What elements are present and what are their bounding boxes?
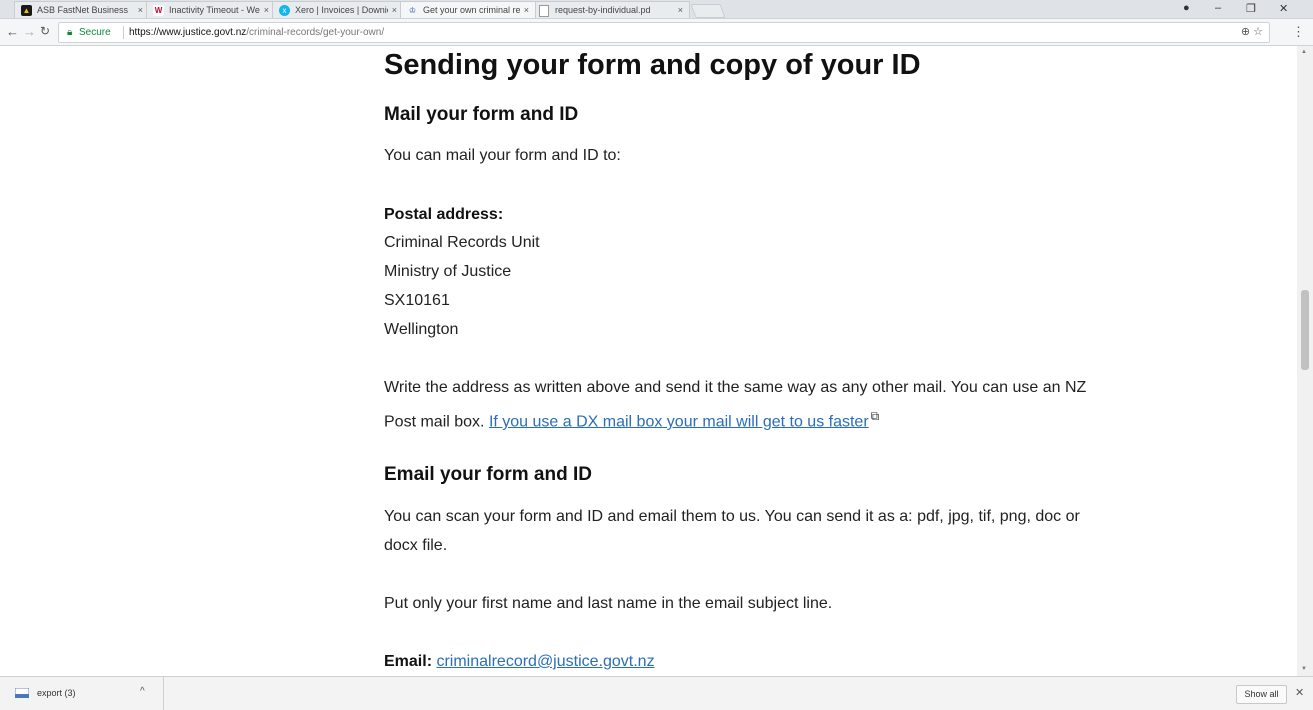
address-line: Wellington (384, 321, 459, 338)
tab-strip: ▲ ASB FastNet Business × W Inactivity Ti… (0, 0, 1313, 19)
tab-asb[interactable]: ▲ ASB FastNet Business × (14, 1, 150, 18)
menu-icon[interactable]: ⋮ (1292, 24, 1305, 40)
tab-title: Xero | Invoices | Downie (295, 5, 388, 15)
email-section-heading: Email your form and ID (384, 464, 592, 485)
email-subject-note: Put only your first name and last name i… (384, 595, 833, 612)
show-all-button[interactable]: Show all (1236, 685, 1287, 704)
url-text: https://www.justice.govt.nz/criminal-rec… (129, 23, 384, 42)
tab-justice[interactable]: ♔ Get your own criminal re × (400, 1, 536, 18)
postal-label: Postal address: (384, 206, 504, 223)
lock-icon: 🔒︎ (67, 27, 73, 38)
tab-title: ASB FastNet Business (37, 5, 129, 15)
chevron-up-icon[interactable]: ^ (140, 686, 145, 697)
url-path: /criminal-records/get-your-own/ (246, 27, 385, 38)
close-icon[interactable]: × (524, 5, 529, 15)
address-bar[interactable]: 🔒︎ Secure https://www.justice.govt.nz/cr… (58, 22, 1270, 43)
download-file-name: export (3) (37, 688, 76, 698)
address-line: Ministry of Justice (384, 263, 512, 280)
page-title: Sending your form and copy of your ID (384, 49, 921, 81)
tab-title: Inactivity Timeout - Wes (169, 5, 260, 15)
mail-instruction-line2: Post mail box. If you use a DX mail box … (384, 402, 879, 436)
justice-icon: ♔ (408, 6, 417, 15)
forward-arrow-icon[interactable]: → (23, 24, 36, 39)
external-link-icon: ⧉ (870, 409, 880, 423)
mail-instruction-line1: Write the address as written above and s… (384, 379, 1087, 396)
email-line1: You can scan your form and ID and email … (384, 508, 1080, 525)
secure-label: Secure (79, 27, 111, 38)
back-arrow-icon[interactable]: ← (6, 24, 19, 39)
download-bar: export (3) ^ Show all ✕ (0, 676, 1313, 710)
close-icon[interactable]: × (678, 5, 683, 15)
tab-title: Get your own criminal re (423, 5, 520, 15)
xero-icon: x (279, 5, 290, 16)
scroll-up-arrow-icon[interactable]: ▲ (1301, 49, 1307, 55)
scroll-down-arrow-icon[interactable]: ▼ (1301, 666, 1307, 672)
email-line2: docx file. (384, 537, 448, 554)
url-host: https://www.justice.govt.nz (129, 27, 247, 38)
address-separator (123, 26, 124, 39)
page-scrollbar[interactable]: ▲ ▼ (1297, 46, 1313, 676)
mail-intro: You can mail your form and ID to: (384, 147, 621, 164)
address-line: SX10161 (384, 292, 450, 309)
email-address-link[interactable]: criminalrecord@justice.govt.nz (436, 653, 654, 670)
page-content: Sending your form and copy of your ID Ma… (0, 46, 1297, 676)
mail-instruction-prefix: Post mail box. (384, 413, 489, 431)
browser-toolbar: ← → ↻ 🔒︎ Secure https://www.justice.govt… (0, 19, 1313, 46)
download-item[interactable]: export (3) ^ (0, 677, 164, 710)
close-icon[interactable]: × (392, 5, 397, 15)
close-window-icon[interactable]: ✕ (1279, 2, 1288, 15)
tab-westpac[interactable]: W Inactivity Timeout - Wes × (146, 1, 276, 18)
reload-icon[interactable]: ↻ (40, 24, 50, 38)
restore-icon[interactable]: ❐ (1246, 2, 1256, 15)
spreadsheet-file-icon (15, 688, 29, 698)
close-icon[interactable]: × (138, 5, 143, 15)
tab-title: request-by-individual.pd (555, 5, 651, 15)
document-icon (539, 5, 549, 17)
tab-pdf[interactable]: request-by-individual.pd × (532, 1, 690, 18)
close-icon[interactable]: ✕ (1295, 686, 1304, 699)
address-line: Criminal Records Unit (384, 234, 540, 251)
minimize-icon[interactable]: – (1215, 2, 1221, 14)
email-address-row: Email: criminalrecord@justice.govt.nz (384, 647, 655, 676)
dx-mail-box-link[interactable]: If you use a DX mail box your mail will … (489, 413, 869, 430)
new-tab-button[interactable] (690, 4, 726, 18)
zoom-star-icons[interactable]: ⊕ ☆ (1241, 23, 1263, 42)
westpac-icon: W (153, 5, 164, 16)
close-icon[interactable]: × (264, 5, 269, 15)
postal-address-label: Postal address: (384, 200, 503, 229)
mail-section-heading: Mail your form and ID (384, 104, 579, 125)
tab-xero[interactable]: x Xero | Invoices | Downie × (272, 1, 404, 18)
asb-icon: ▲ (21, 5, 32, 16)
profile-icon[interactable]: ● (1183, 2, 1190, 14)
scrollbar-thumb[interactable] (1301, 290, 1309, 370)
email-label: Email: (384, 653, 433, 670)
